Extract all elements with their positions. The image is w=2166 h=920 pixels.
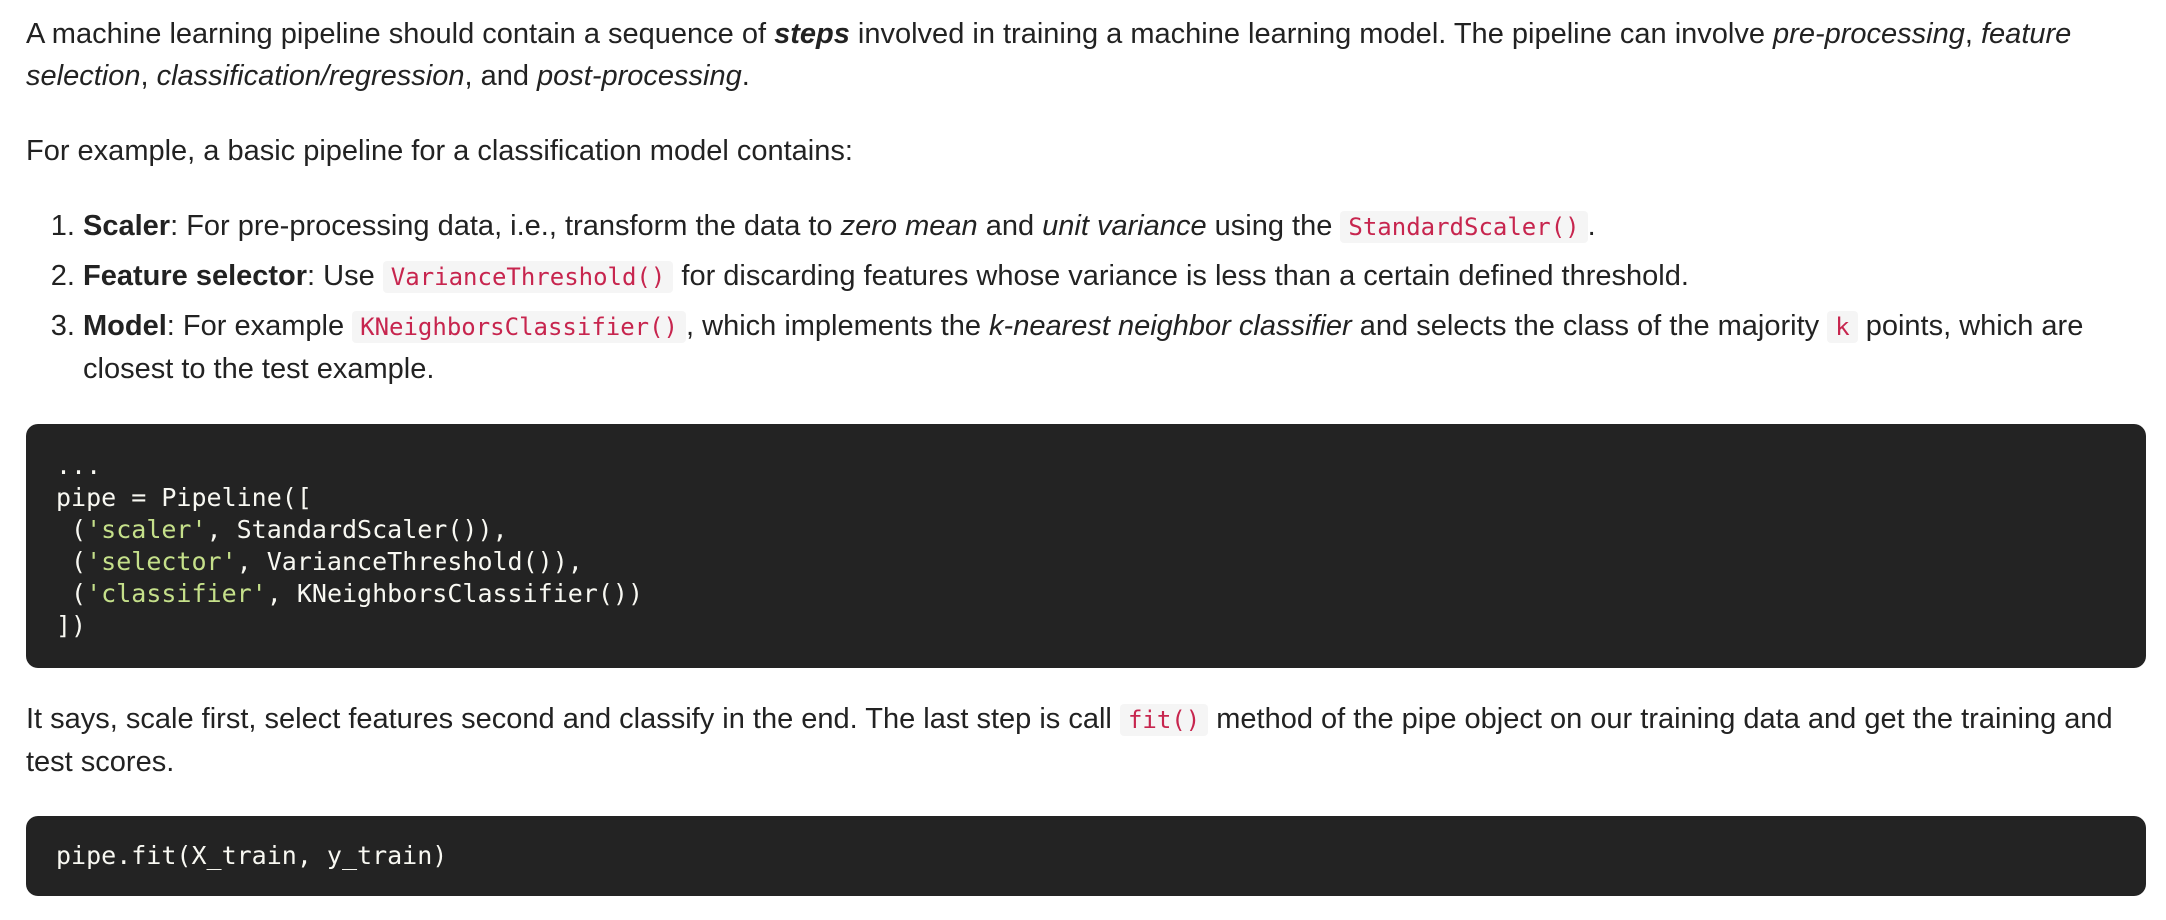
code-token: ( — [56, 579, 87, 608]
code-block-pipeline[interactable]: ... pipe = Pipeline([ ('scaler', Standar… — [26, 424, 2146, 668]
step-text: : Use — [307, 260, 383, 292]
stage-classification-regression: classification/regression — [156, 60, 465, 92]
code-token: , StandardScaler()), — [206, 515, 508, 544]
step-emphasis: unit variance — [1042, 210, 1207, 242]
step-term: Feature selector — [83, 260, 308, 292]
code-block-fit[interactable]: pipe.fit(X_train, y_train) — [26, 816, 2146, 896]
list-item-feature-selector: Feature selector: Use VarianceThreshold(… — [83, 255, 2146, 298]
step-emphasis: k-nearest neighbor classifier — [989, 310, 1352, 342]
code-token: ( — [56, 547, 87, 576]
step-text: , which implements the — [686, 310, 990, 342]
stage-post-processing: post-processing — [537, 60, 742, 92]
list-item-model: Model: For example KNeighborsClassifier(… — [83, 305, 2146, 390]
code-token: , VarianceThreshold()), — [236, 547, 583, 576]
step-text: and selects the class of the majority — [1351, 310, 1828, 342]
step-text: using the — [1206, 210, 1341, 242]
paragraph-text: It says, scale first, select features se… — [26, 703, 1120, 735]
after-code-paragraph: It says, scale first, select features se… — [26, 698, 2146, 783]
list-item-scaler: Scaler: For pre-processing data, i.e., t… — [83, 205, 2146, 248]
step-text: and — [977, 210, 1043, 242]
inline-code-variancethreshold: VarianceThreshold() — [382, 261, 674, 293]
step-text: : For pre-processing data, i.e., transfo… — [170, 210, 841, 242]
intro-end: . — [741, 60, 750, 92]
step-term: Scaler — [83, 210, 171, 242]
intro-paragraph: A machine learning pipeline should conta… — [26, 13, 2146, 97]
intro-separator: , — [1964, 18, 1981, 50]
intro-separator: , — [140, 60, 157, 92]
steps-emphasis: steps — [774, 18, 850, 50]
step-emphasis: zero mean — [840, 210, 978, 242]
code-string: 'classifier' — [86, 579, 267, 608]
code-line: pipe.fit(X_train, y_train) — [56, 841, 448, 870]
code-line: ... — [56, 451, 102, 480]
intro-text: involved in training a machine learning … — [849, 18, 1774, 50]
code-token: , KNeighborsClassifier()) — [266, 579, 644, 608]
intro-text: A machine learning pipeline should conta… — [26, 18, 775, 50]
article-content: A machine learning pipeline should conta… — [26, 13, 2146, 896]
step-text: for discarding features whose variance i… — [673, 260, 1689, 292]
example-intro-paragraph: For example, a basic pipeline for a clas… — [26, 135, 853, 167]
code-string: 'scaler' — [86, 515, 207, 544]
step-text: . — [1587, 210, 1596, 242]
step-text: : For example — [166, 310, 353, 342]
step-term: Model — [83, 310, 167, 342]
code-line: ]) — [56, 611, 87, 640]
intro-separator: , and — [464, 60, 538, 92]
code-line: pipe = Pipeline([ — [56, 483, 312, 512]
code-token: ( — [56, 515, 87, 544]
inline-code-standardscaler: StandardScaler() — [1340, 211, 1588, 243]
inline-code-kneighborsclassifier: KNeighborsClassifier() — [352, 311, 687, 343]
inline-code-fit: fit() — [1119, 704, 1209, 736]
pipeline-steps-list: Scaler: For pre-processing data, i.e., t… — [26, 205, 2146, 390]
code-string: 'selector' — [86, 547, 237, 576]
stage-pre-processing: pre-processing — [1773, 18, 1965, 50]
inline-code-k: k — [1827, 311, 1858, 343]
